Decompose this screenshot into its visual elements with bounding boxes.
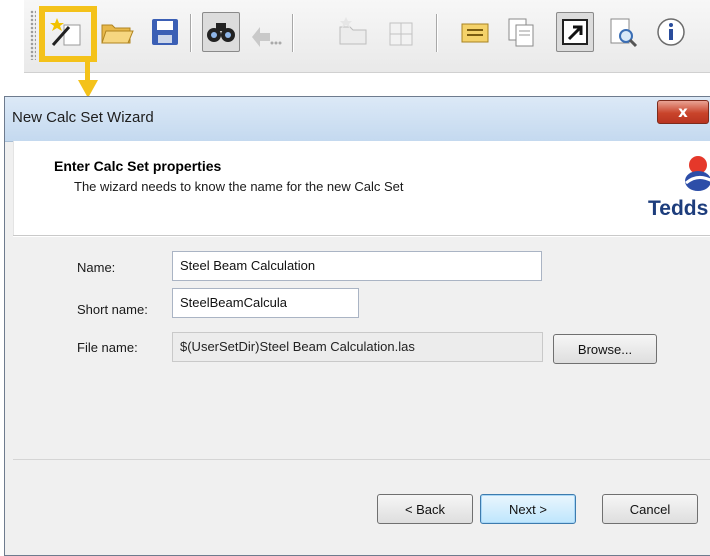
back-button[interactable]: < Back — [377, 494, 473, 524]
new-folder-icon — [339, 17, 367, 45]
new-calc-button[interactable] — [382, 12, 420, 52]
tedds-logo: Tedds — [644, 151, 710, 231]
info-icon — [657, 18, 685, 46]
name-field[interactable]: Steel Beam Calculation — [172, 251, 542, 281]
wizard-step-title: Enter Calc Set properties — [54, 158, 222, 174]
print-preview-icon — [610, 18, 638, 48]
new-calc-set-wizard-dialog: New Calc Set Wizard x Enter Calc Set pro… — [4, 96, 710, 556]
new-calc-icon — [389, 22, 413, 46]
short-name-label: Short name: — [77, 302, 148, 317]
tedds-logo-icon — [685, 156, 710, 191]
close-button[interactable]: x — [657, 100, 709, 124]
properties-button[interactable] — [456, 12, 494, 52]
go-to-button[interactable] — [246, 12, 284, 52]
highlight-arrow — [85, 62, 90, 82]
tedds-logo-text: Tedds — [648, 197, 709, 220]
file-name-field: $(UserSetDir)Steel Beam Calculation.las — [172, 332, 543, 362]
open-folder-icon — [101, 24, 134, 44]
find-icon — [207, 23, 235, 42]
highlight-box — [39, 6, 97, 62]
toolbar-grip[interactable] — [30, 10, 36, 60]
find-button[interactable] — [202, 12, 240, 52]
print-preview-button[interactable] — [604, 12, 642, 52]
browse-button[interactable]: Browse... — [553, 334, 657, 364]
next-button[interactable]: Next > — [480, 494, 576, 524]
short-name-field[interactable]: SteelBeamCalcula — [172, 288, 359, 318]
open-button[interactable] — [98, 12, 136, 52]
shortcut-button[interactable] — [556, 12, 594, 52]
cancel-button[interactable]: Cancel — [602, 494, 698, 524]
save-button[interactable] — [146, 12, 184, 52]
shortcut-icon — [562, 19, 588, 45]
new-folder-button[interactable] — [334, 12, 372, 52]
copy-icon — [508, 18, 534, 47]
dialog-title: New Calc Set Wizard — [12, 109, 154, 126]
save-icon — [152, 19, 178, 45]
go-to-icon — [252, 27, 282, 47]
copy-button[interactable] — [502, 12, 540, 52]
dialog-titlebar[interactable]: New Calc Set Wizard x — [5, 97, 710, 142]
info-button[interactable] — [652, 12, 690, 52]
properties-icon — [461, 23, 489, 43]
toolbar-separator — [190, 14, 191, 52]
name-label: Name: — [77, 260, 116, 275]
file-name-label: File name: — [77, 340, 138, 355]
wizard-step-subtitle: The wizard needs to know the name for th… — [74, 179, 404, 194]
header-divider-highlight — [13, 236, 710, 237]
toolbar-separator — [436, 14, 437, 52]
footer-divider — [13, 459, 710, 460]
toolbar-separator — [292, 14, 293, 52]
wizard-header: Enter Calc Set properties The wizard nee… — [13, 141, 710, 235]
close-icon: x — [678, 103, 688, 121]
